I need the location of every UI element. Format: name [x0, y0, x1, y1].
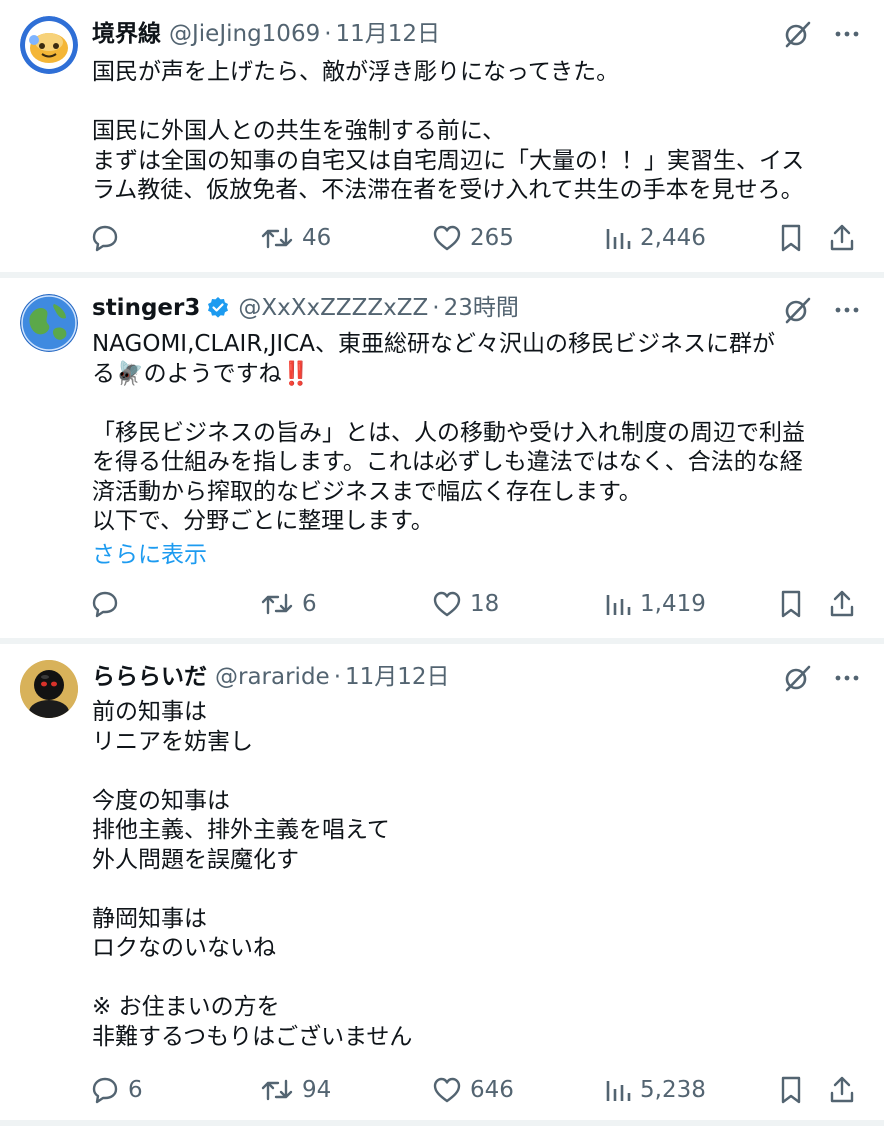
reply-button[interactable]: [90, 582, 128, 626]
reply-icon: [92, 591, 118, 618]
separator-dot: ·: [432, 294, 440, 321]
views-count: 5,238: [640, 1077, 706, 1103]
like-icon: [433, 591, 461, 617]
tweet-1[interactable]: 境界線 @JieJing1069 · 11月12日 国民が声を上げたら、敵が浮き…: [0, 0, 884, 272]
separator-dot: ·: [333, 663, 342, 690]
retweet-button[interactable]: 94: [260, 1068, 331, 1112]
tweet-divider: [0, 1120, 884, 1126]
reply-icon: [92, 1077, 118, 1104]
avatar[interactable]: [20, 294, 78, 352]
share-button[interactable]: [828, 1068, 856, 1112]
bookmark-icon: [781, 590, 801, 618]
globe-avatar-icon: [20, 294, 78, 352]
timestamp[interactable]: 11月12日: [336, 22, 441, 46]
bookmark-icon: [781, 224, 801, 252]
views-count: 1,419: [640, 591, 706, 617]
retweet-count: 6: [302, 591, 317, 617]
timestamp[interactable]: 11月12日: [345, 665, 450, 689]
user-handle[interactable]: @JieJing1069: [169, 22, 320, 46]
display-name[interactable]: 境界線: [92, 22, 161, 46]
share-icon: [830, 590, 854, 617]
tweet-header: stinger3 @XxXxZZZZxZZ · 23時間: [92, 288, 519, 328]
like-count: 18: [470, 591, 500, 617]
share-icon: [830, 1076, 854, 1103]
views-count: 2,446: [640, 225, 706, 251]
tweet-3[interactable]: らららいだ @rararide · 11月12日 前の知事は リニアを妨害し 今…: [0, 644, 884, 1120]
bookmark-icon: [781, 1076, 801, 1104]
like-icon: [433, 1077, 461, 1103]
more-options-icon[interactable]: [834, 21, 860, 47]
reply-button[interactable]: [90, 216, 128, 260]
separator-dot: ·: [324, 20, 332, 47]
tweet-header: らららいだ @rararide · 11月12日: [92, 657, 450, 697]
verified-badge-icon: [206, 296, 230, 320]
tweet-text: NAGOMI,CLAIR,JICA、東亜総研など々沢山の移民ビジネスに群が る🪰…: [92, 331, 805, 534]
retweet-button[interactable]: 6: [260, 582, 317, 626]
grok-icon[interactable]: [782, 295, 812, 325]
like-button[interactable]: 646: [432, 1068, 514, 1112]
avatar[interactable]: [20, 660, 78, 718]
share-icon: [830, 224, 854, 251]
views-button[interactable]: 5,238: [604, 1068, 706, 1112]
retweet-count: 94: [302, 1077, 332, 1103]
timestamp[interactable]: 23時間: [444, 296, 519, 320]
tweet-text: 国民が声を上げたら、敵が浮き彫りになってきた。 国民に外国人との共生を強制する前…: [92, 59, 805, 203]
reply-icon: [92, 225, 118, 252]
retweet-icon: [261, 593, 293, 615]
retweet-icon: [261, 227, 293, 249]
views-icon: [606, 595, 631, 615]
more-options-icon[interactable]: [834, 665, 860, 691]
like-button[interactable]: 18: [432, 582, 499, 626]
views-icon: [606, 1081, 631, 1101]
more-options-icon[interactable]: [834, 297, 860, 323]
grok-icon[interactable]: [782, 19, 812, 49]
views-button[interactable]: 1,419: [604, 582, 706, 626]
helmet-figure-avatar-icon: [20, 660, 78, 718]
show-more-link[interactable]: さらに表示: [92, 540, 207, 570]
share-button[interactable]: [828, 582, 856, 626]
like-count: 646: [470, 1077, 514, 1103]
like-icon: [433, 225, 461, 251]
retweet-count: 46: [302, 225, 332, 251]
display-name[interactable]: らららいだ: [92, 665, 207, 689]
views-icon: [606, 229, 631, 249]
like-button[interactable]: 265: [432, 216, 514, 260]
like-count: 265: [470, 225, 514, 251]
reply-button[interactable]: 6: [90, 1068, 143, 1112]
user-handle[interactable]: @rararide: [215, 665, 330, 689]
views-button[interactable]: 2,446: [604, 216, 706, 260]
reply-count: 6: [128, 1077, 143, 1103]
bookmark-button[interactable]: [778, 216, 804, 260]
retweet-icon: [261, 1079, 293, 1101]
bookmark-button[interactable]: [778, 582, 804, 626]
grok-icon[interactable]: [782, 663, 812, 693]
tweet-header: 境界線 @JieJing1069 · 11月12日: [92, 14, 440, 54]
cartoon-face-avatar-icon: [20, 16, 78, 74]
tweet-2[interactable]: stinger3 @XxXxZZZZxZZ · 23時間 NAGOMI,CLAI…: [0, 278, 884, 638]
display-name[interactable]: stinger3: [92, 296, 200, 320]
avatar[interactable]: [20, 16, 78, 74]
tweet-text: 前の知事は リニアを妨害し 今度の知事は 排他主義、排外主義を唱えて 外人問題を…: [92, 699, 413, 1050]
share-button[interactable]: [828, 216, 856, 260]
user-handle[interactable]: @XxXxZZZZxZZ: [238, 296, 428, 320]
retweet-button[interactable]: 46: [260, 216, 331, 260]
bookmark-button[interactable]: [778, 1068, 804, 1112]
